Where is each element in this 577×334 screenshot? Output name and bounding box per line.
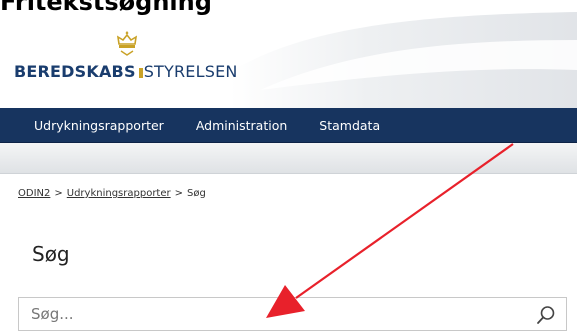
nav-item-administration[interactable]: Administration — [196, 118, 297, 133]
nav-item-stamdata[interactable]: Stamdata — [319, 118, 390, 133]
site-header: BEREDSKABS STYRELSEN — [0, 10, 577, 108]
breadcrumb-link-odin2[interactable]: ODIN2 — [18, 188, 50, 199]
breadcrumb-link-udrykningsrapporter[interactable]: Udrykningsrapporter — [67, 188, 171, 199]
breadcrumb-separator: > — [174, 188, 184, 199]
sub-navigation-bar — [0, 143, 577, 174]
page-title: Søg — [32, 242, 70, 266]
header-swoosh-decoration — [230, 12, 577, 108]
main-navigation: Udrykningsrapporter Administration Stamd… — [0, 108, 577, 143]
crown-icon — [116, 31, 138, 56]
search-box — [18, 297, 567, 331]
search-icon[interactable] — [536, 305, 556, 325]
breadcrumb: ODIN2 > Udrykningsrapporter > Søg — [18, 188, 206, 199]
logo-text-light: STYRELSEN — [143, 62, 238, 81]
search-input[interactable] — [19, 298, 529, 330]
nav-item-udrykningsrapporter[interactable]: Udrykningsrapporter — [34, 118, 174, 133]
breadcrumb-separator: > — [54, 188, 63, 199]
breadcrumb-current: Søg — [187, 188, 206, 199]
logo-text-bold: BEREDSKABS — [14, 62, 136, 81]
logo-divider — [138, 68, 143, 78]
